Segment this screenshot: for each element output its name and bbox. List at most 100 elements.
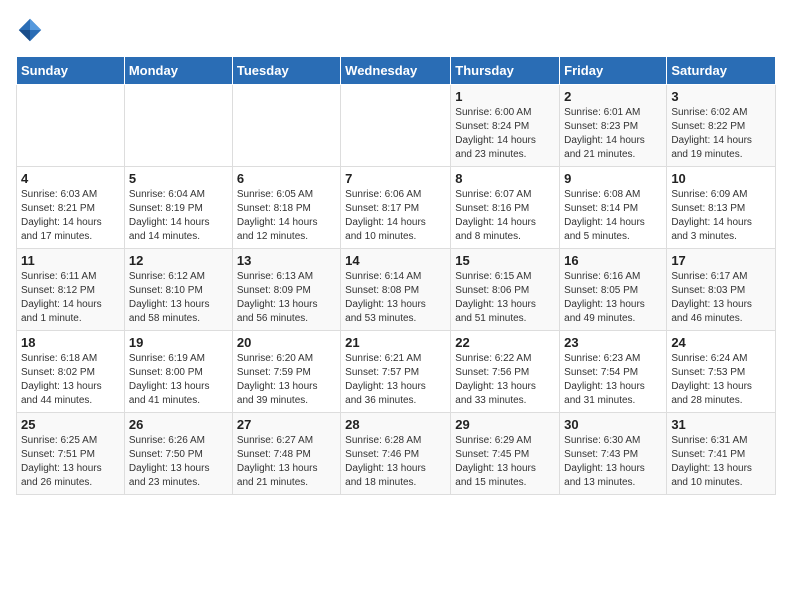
day-info: Sunrise: 6:28 AM Sunset: 7:46 PM Dayligh… — [345, 434, 446, 490]
calendar-cell: 31 Sunrise: 6:31 AM Sunset: 7:41 PM Dayli… — [667, 413, 776, 495]
day-number: 2 — [564, 89, 662, 104]
calendar-cell: 11 Sunrise: 6:11 AM Sunset: 8:12 PM Dayli… — [17, 249, 125, 331]
day-info: Sunrise: 6:09 AM Sunset: 8:13 PM Dayligh… — [671, 188, 771, 244]
day-number: 11 — [21, 253, 120, 268]
calendar-table: SundayMondayTuesdayWednesdayThursdayFrid… — [16, 56, 776, 495]
calendar-cell: 10 Sunrise: 6:09 AM Sunset: 8:13 PM Dayli… — [667, 167, 776, 249]
day-number: 27 — [237, 417, 336, 432]
calendar-cell: 20 Sunrise: 6:20 AM Sunset: 7:59 PM Dayli… — [232, 331, 340, 413]
day-info: Sunrise: 6:00 AM Sunset: 8:24 PM Dayligh… — [455, 106, 555, 162]
calendar-cell — [17, 85, 125, 167]
weekday-header-friday: Friday — [560, 57, 667, 85]
day-info: Sunrise: 6:18 AM Sunset: 8:02 PM Dayligh… — [21, 352, 120, 408]
calendar-week-1: 1 Sunrise: 6:00 AM Sunset: 8:24 PM Daylig… — [17, 85, 776, 167]
day-number: 6 — [237, 171, 336, 186]
weekday-header-sunday: Sunday — [17, 57, 125, 85]
day-info: Sunrise: 6:20 AM Sunset: 7:59 PM Dayligh… — [237, 352, 336, 408]
day-info: Sunrise: 6:24 AM Sunset: 7:53 PM Dayligh… — [671, 352, 771, 408]
day-number: 28 — [345, 417, 446, 432]
day-info: Sunrise: 6:17 AM Sunset: 8:03 PM Dayligh… — [671, 270, 771, 326]
day-number: 15 — [455, 253, 555, 268]
day-info: Sunrise: 6:13 AM Sunset: 8:09 PM Dayligh… — [237, 270, 336, 326]
day-number: 9 — [564, 171, 662, 186]
calendar-cell: 19Sunrise: 6:19 AM Sunset: 8:00 PM Dayli… — [124, 331, 232, 413]
calendar-week-3: 11 Sunrise: 6:11 AM Sunset: 8:12 PM Dayli… — [17, 249, 776, 331]
calendar-cell: 27 Sunrise: 6:27 AM Sunset: 7:48 PM Dayli… — [232, 413, 340, 495]
day-number: 22 — [455, 335, 555, 350]
day-number: 10 — [671, 171, 771, 186]
day-info: Sunrise: 6:11 AM Sunset: 8:12 PM Dayligh… — [21, 270, 120, 326]
calendar-cell: 1 Sunrise: 6:00 AM Sunset: 8:24 PM Daylig… — [451, 85, 560, 167]
calendar-cell: 25Sunrise: 6:25 AM Sunset: 7:51 PM Dayli… — [17, 413, 125, 495]
weekday-header-tuesday: Tuesday — [232, 57, 340, 85]
weekday-header-thursday: Thursday — [451, 57, 560, 85]
day-number: 23 — [564, 335, 662, 350]
calendar-cell: 30Sunrise: 6:30 AM Sunset: 7:43 PM Dayli… — [560, 413, 667, 495]
calendar-cell: 26 Sunrise: 6:26 AM Sunset: 7:50 PM Dayli… — [124, 413, 232, 495]
logo — [16, 16, 48, 44]
day-info: Sunrise: 6:30 AM Sunset: 7:43 PM Dayligh… — [564, 434, 662, 490]
weekday-header-monday: Monday — [124, 57, 232, 85]
day-number: 1 — [455, 89, 555, 104]
weekday-header-saturday: Saturday — [667, 57, 776, 85]
day-info: Sunrise: 6:07 AM Sunset: 8:16 PM Dayligh… — [455, 188, 555, 244]
day-number: 3 — [671, 89, 771, 104]
calendar-cell — [341, 85, 451, 167]
day-info: Sunrise: 6:26 AM Sunset: 7:50 PM Dayligh… — [129, 434, 228, 490]
calendar-cell: 4Sunrise: 6:03 AM Sunset: 8:21 PM Daylig… — [17, 167, 125, 249]
day-info: Sunrise: 6:14 AM Sunset: 8:08 PM Dayligh… — [345, 270, 446, 326]
logo-icon — [16, 16, 44, 44]
weekday-header-row: SundayMondayTuesdayWednesdayThursdayFrid… — [17, 57, 776, 85]
day-number: 31 — [671, 417, 771, 432]
calendar-cell: 15Sunrise: 6:15 AM Sunset: 8:06 PM Dayli… — [451, 249, 560, 331]
day-number: 18 — [21, 335, 120, 350]
day-info: Sunrise: 6:23 AM Sunset: 7:54 PM Dayligh… — [564, 352, 662, 408]
calendar-cell: 7 Sunrise: 6:06 AM Sunset: 8:17 PM Daylig… — [341, 167, 451, 249]
day-number: 21 — [345, 335, 446, 350]
day-info: Sunrise: 6:02 AM Sunset: 8:22 PM Dayligh… — [671, 106, 771, 162]
day-number: 16 — [564, 253, 662, 268]
calendar-cell: 23 Sunrise: 6:23 AM Sunset: 7:54 PM Dayli… — [560, 331, 667, 413]
day-info: Sunrise: 6:16 AM Sunset: 8:05 PM Dayligh… — [564, 270, 662, 326]
calendar-week-5: 25Sunrise: 6:25 AM Sunset: 7:51 PM Dayli… — [17, 413, 776, 495]
day-info: Sunrise: 6:27 AM Sunset: 7:48 PM Dayligh… — [237, 434, 336, 490]
day-info: Sunrise: 6:04 AM Sunset: 8:19 PM Dayligh… — [129, 188, 228, 244]
day-number: 29 — [455, 417, 555, 432]
day-info: Sunrise: 6:01 AM Sunset: 8:23 PM Dayligh… — [564, 106, 662, 162]
calendar-cell: 24 Sunrise: 6:24 AM Sunset: 7:53 PM Dayli… — [667, 331, 776, 413]
calendar-cell: 13Sunrise: 6:13 AM Sunset: 8:09 PM Dayli… — [232, 249, 340, 331]
day-number: 24 — [671, 335, 771, 350]
day-info: Sunrise: 6:31 AM Sunset: 7:41 PM Dayligh… — [671, 434, 771, 490]
calendar-week-4: 18 Sunrise: 6:18 AM Sunset: 8:02 PM Dayli… — [17, 331, 776, 413]
calendar-cell: 6 Sunrise: 6:05 AM Sunset: 8:18 PM Daylig… — [232, 167, 340, 249]
day-number: 8 — [455, 171, 555, 186]
calendar-cell: 2 Sunrise: 6:01 AM Sunset: 8:23 PM Daylig… — [560, 85, 667, 167]
calendar-cell: 3 Sunrise: 6:02 AM Sunset: 8:22 PM Daylig… — [667, 85, 776, 167]
day-info: Sunrise: 6:25 AM Sunset: 7:51 PM Dayligh… — [21, 434, 120, 490]
calendar-cell: 21 Sunrise: 6:21 AM Sunset: 7:57 PM Dayli… — [341, 331, 451, 413]
page-header — [16, 16, 776, 44]
day-number: 4 — [21, 171, 120, 186]
calendar-cell — [232, 85, 340, 167]
calendar-cell: 17 Sunrise: 6:17 AM Sunset: 8:03 PM Dayli… — [667, 249, 776, 331]
day-number: 14 — [345, 253, 446, 268]
day-info: Sunrise: 6:08 AM Sunset: 8:14 PM Dayligh… — [564, 188, 662, 244]
weekday-header-wednesday: Wednesday — [341, 57, 451, 85]
calendar-cell: 9 Sunrise: 6:08 AM Sunset: 8:14 PM Daylig… — [560, 167, 667, 249]
calendar-cell: 5Sunrise: 6:04 AM Sunset: 8:19 PM Daylig… — [124, 167, 232, 249]
day-number: 17 — [671, 253, 771, 268]
day-info: Sunrise: 6:06 AM Sunset: 8:17 PM Dayligh… — [345, 188, 446, 244]
calendar-cell — [124, 85, 232, 167]
day-info: Sunrise: 6:21 AM Sunset: 7:57 PM Dayligh… — [345, 352, 446, 408]
calendar-cell: 12Sunrise: 6:12 AM Sunset: 8:10 PM Dayli… — [124, 249, 232, 331]
day-number: 7 — [345, 171, 446, 186]
day-number: 26 — [129, 417, 228, 432]
calendar-cell: 22 Sunrise: 6:22 AM Sunset: 7:56 PM Dayli… — [451, 331, 560, 413]
day-info: Sunrise: 6:05 AM Sunset: 8:18 PM Dayligh… — [237, 188, 336, 244]
day-info: Sunrise: 6:22 AM Sunset: 7:56 PM Dayligh… — [455, 352, 555, 408]
calendar-cell: 28 Sunrise: 6:28 AM Sunset: 7:46 PM Dayli… — [341, 413, 451, 495]
calendar-cell: 8 Sunrise: 6:07 AM Sunset: 8:16 PM Daylig… — [451, 167, 560, 249]
calendar-cell: 16 Sunrise: 6:16 AM Sunset: 8:05 PM Dayli… — [560, 249, 667, 331]
day-info: Sunrise: 6:19 AM Sunset: 8:00 PM Dayligh… — [129, 352, 228, 408]
day-number: 20 — [237, 335, 336, 350]
